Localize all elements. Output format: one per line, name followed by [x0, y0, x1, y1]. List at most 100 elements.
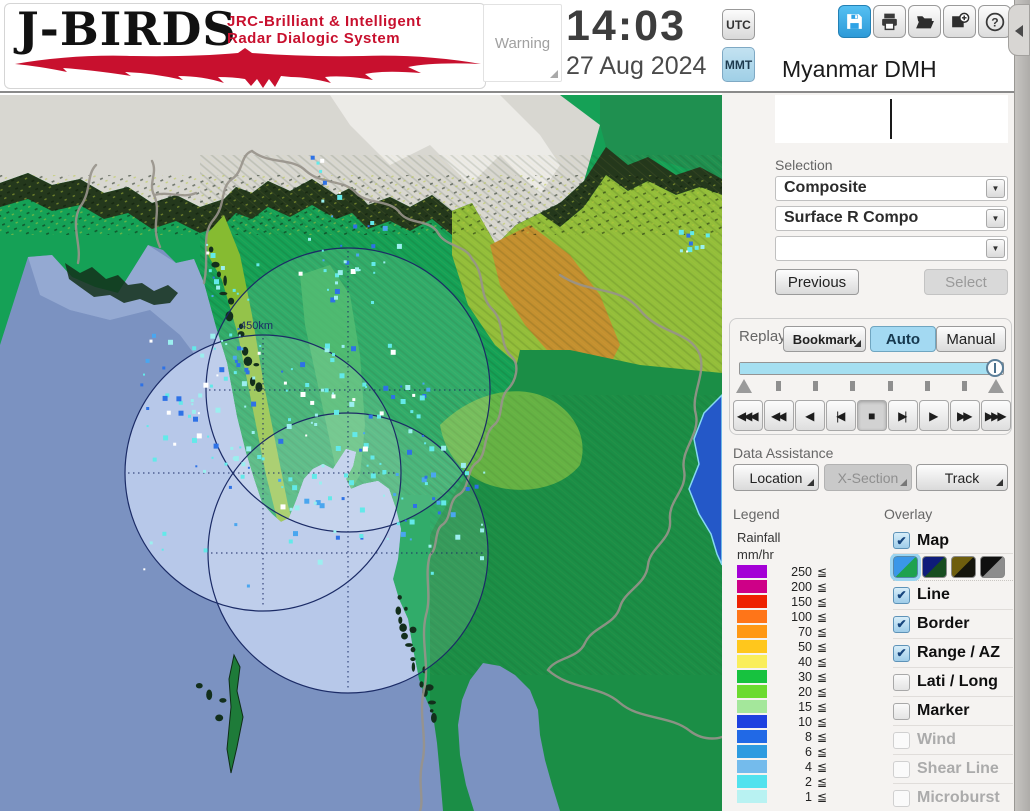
product-type-dropdown[interactable]: Surface R Compo ▼: [775, 206, 1008, 231]
stop-button[interactable]: ■: [857, 400, 887, 431]
legend-color-swatch: [737, 685, 767, 698]
message-display[interactable]: [775, 95, 1008, 143]
x-section-button[interactable]: X-Section: [824, 464, 912, 491]
station-title: Myanmar DMH: [782, 56, 937, 82]
fast-rewind-button[interactable]: ◀◀: [764, 400, 794, 431]
overlay-item-label: Microburst: [917, 789, 1000, 806]
legend-color-swatch: [737, 790, 767, 803]
map-style-swatch-4[interactable]: [980, 556, 1005, 578]
print-icon: [882, 13, 897, 31]
lte-symbol: ≦: [817, 684, 828, 699]
timeline-tick: [776, 381, 781, 391]
clock-date: 27 Aug 2024: [566, 52, 707, 80]
overlay-item-line: ✔ Line: [893, 581, 1013, 610]
lte-symbol: ≦: [817, 639, 828, 654]
checkbox: [893, 731, 910, 749]
map-style-swatch-1[interactable]: [890, 553, 921, 581]
legend-row: 4 ≦: [737, 759, 827, 774]
legend-value: 70: [798, 624, 812, 639]
overlay-item-label: Wind: [917, 731, 956, 748]
timeline-tick: [925, 381, 930, 391]
auto-mode-button[interactable]: Auto: [870, 326, 936, 352]
corner-menu-icon: [807, 479, 814, 486]
slider-handle[interactable]: [986, 359, 1005, 377]
track-button-label: Track: [944, 469, 980, 486]
help-icon: ?: [985, 12, 1004, 31]
map-style-swatch-2[interactable]: [922, 556, 947, 578]
jump-end-button[interactable]: ▶▶▶: [981, 400, 1011, 431]
mmt-toggle-button[interactable]: MMT: [722, 47, 755, 82]
fast-forward-button[interactable]: ▶▶: [950, 400, 980, 431]
legend-value: 20: [798, 684, 812, 699]
jump-start-button[interactable]: ◀◀◀: [733, 400, 763, 431]
legend-value: 40: [798, 654, 812, 669]
legend-value: 200: [791, 579, 812, 594]
replay-timeline-slider[interactable]: [739, 359, 1005, 377]
checkbox[interactable]: [893, 702, 910, 720]
lte-symbol: ≦: [817, 609, 828, 624]
legend-scale: 250 ≦ 200 ≦ 150 ≦ 100 ≦ 70 ≦ 50 ≦ 40 ≦ 30 ≦ 20 ≦ 15 ≦ 10 ≦ 8 ≦ 6…: [737, 564, 827, 804]
legend-value: 1: [805, 789, 812, 804]
overlay-item-label: Border: [917, 615, 970, 632]
previous-button[interactable]: Previous: [775, 269, 859, 295]
legend-row: 6 ≦: [737, 744, 827, 759]
range-start-marker[interactable]: [736, 379, 752, 393]
chevron-down-icon[interactable]: ▼: [986, 209, 1005, 228]
lte-symbol: ≦: [817, 744, 828, 759]
select-button[interactable]: Select: [924, 269, 1008, 295]
lte-symbol: ≦: [817, 654, 828, 669]
logo-subtitle: JRC-Brilliant & Intelligent Radar Dialog…: [227, 13, 421, 47]
save-button[interactable]: [838, 5, 871, 38]
product-option-dropdown[interactable]: ▼: [775, 236, 1008, 261]
play-button[interactable]: ▶: [919, 400, 949, 431]
checkbox[interactable]: ✔: [893, 644, 910, 662]
checkbox[interactable]: [893, 673, 910, 691]
lte-symbol: ≦: [817, 669, 828, 684]
warning-button[interactable]: Warning: [483, 4, 562, 82]
dropdown-value: Surface R Compo: [784, 209, 919, 226]
collapse-left-icon: [1015, 25, 1023, 37]
checkbox: [893, 760, 910, 778]
panel-collapse-tab[interactable]: [1008, 4, 1030, 56]
open-file-button[interactable]: [908, 5, 941, 38]
checkbox[interactable]: ✔: [893, 615, 910, 633]
timeline-tick: [813, 381, 818, 391]
legend-row: 15 ≦: [737, 699, 827, 714]
panel-scroll-strip[interactable]: [1014, 0, 1030, 811]
track-button[interactable]: Track: [916, 464, 1008, 491]
checkbox[interactable]: ✔: [893, 586, 910, 604]
chevron-down-icon[interactable]: ▼: [986, 239, 1005, 258]
radar-map[interactable]: 450km: [0, 95, 722, 811]
product-category-dropdown[interactable]: Composite ▼: [775, 176, 1008, 201]
help-button[interactable]: ?: [978, 5, 1011, 38]
checkbox[interactable]: ✔: [893, 532, 910, 549]
legend-color-swatch: [737, 775, 767, 788]
range-end-marker[interactable]: [988, 379, 1004, 393]
legend-color-swatch: [737, 730, 767, 743]
chevron-down-icon[interactable]: ▼: [986, 179, 1005, 198]
utc-toggle-button[interactable]: UTC: [722, 9, 755, 40]
legend-row: 1 ≦: [737, 789, 827, 804]
control-panel: Myanmar DMH Selection Composite ▼ Surfac…: [722, 56, 1014, 811]
print-button[interactable]: [873, 5, 906, 38]
save-icon: [847, 14, 862, 29]
manual-mode-button[interactable]: Manual: [936, 326, 1006, 352]
legend-value: 8: [805, 729, 812, 744]
slider-fill: [740, 363, 996, 374]
play-reverse-button[interactable]: ◀: [795, 400, 825, 431]
bookmark-button[interactable]: Bookmark: [783, 326, 866, 352]
corner-menu-icon: [900, 479, 907, 486]
range-ring-label: 450km: [240, 320, 273, 332]
logo-subtitle-line1: JRC-Brilliant & Intelligent: [227, 13, 422, 30]
step-back-button[interactable]: |◀: [826, 400, 856, 431]
timeline-tick: [850, 381, 855, 391]
overlay-item-label: Range / AZ: [917, 644, 1000, 661]
replay-label: Replay: [739, 328, 786, 345]
step-forward-button[interactable]: ▶|: [888, 400, 918, 431]
overlay-item-range-az: ✔ Range / AZ: [893, 639, 1013, 668]
map-style-swatch-3[interactable]: [951, 556, 976, 578]
snapshot-button[interactable]: [943, 5, 976, 38]
legend-row: 200 ≦: [737, 579, 827, 594]
location-button[interactable]: Location: [733, 464, 819, 491]
overlay-item-map: ✔ Map: [893, 528, 1013, 554]
